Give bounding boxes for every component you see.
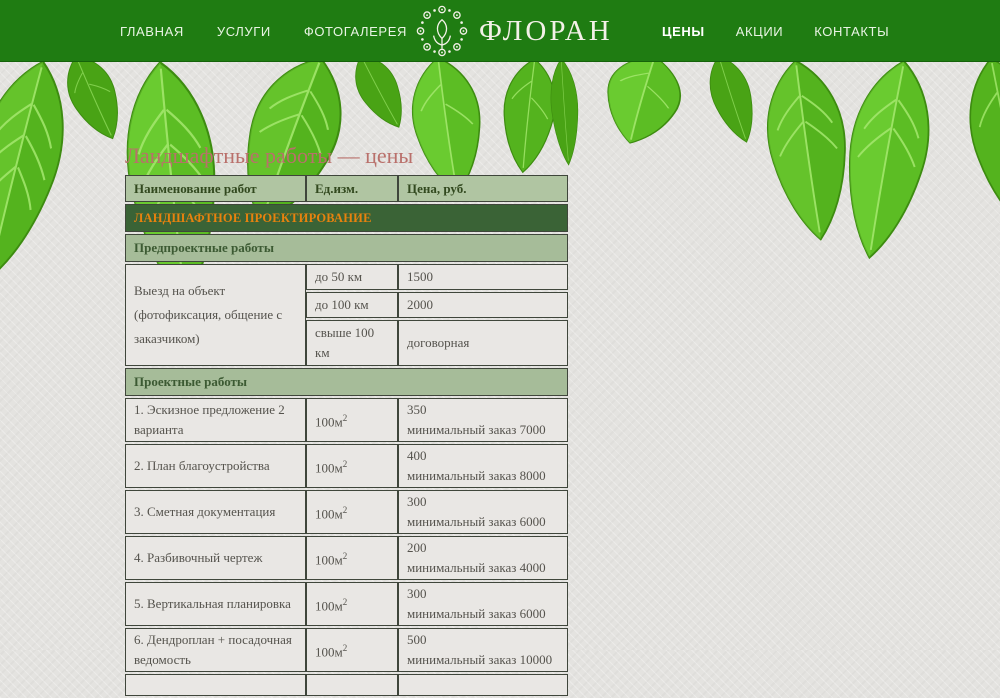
table-header-row: Наименование работ Ед.изм. Цена, руб. (125, 175, 568, 202)
nav-left-group: ГЛАВНАЯ УСЛУГИ ФОТОГАЛЕРЕЯ (120, 0, 407, 62)
leaf-icon (736, 48, 881, 253)
work-price: 2000 (398, 292, 568, 318)
work-unit: 100м2 (306, 490, 398, 534)
work-name: Выезд на объект (фотофиксация, общение с… (125, 264, 306, 366)
work-unit: 100м2 (306, 628, 398, 672)
nav-item-prices[interactable]: ЦЕНЫ (662, 24, 705, 39)
work-price (398, 674, 568, 696)
work-name: 5. Вертикальная планировка (125, 582, 306, 626)
leaf-icon (0, 41, 105, 299)
main-content: Ландшафтные работы — цены Наименование р… (125, 62, 585, 698)
table-row-partial (125, 674, 568, 696)
work-unit: 100м2 (306, 536, 398, 580)
top-nav: ГЛАВНАЯ УСЛУГИ ФОТОГАЛЕРЕЯ (0, 0, 1000, 62)
work-name: 1. Эскизное предложение 2 варианта (125, 398, 306, 442)
table-row: 6. Дендроплан + посадочная ведомость 100… (125, 628, 568, 672)
work-unit: 100м2 (306, 444, 398, 488)
work-price: 350минимальный заказ 7000 (398, 398, 568, 442)
work-name: 2. План благоустройства (125, 444, 306, 488)
floral-emblem-icon (414, 3, 470, 59)
work-range: до 50 км (306, 264, 398, 290)
table-row: 3. Сметная документация 100м2 300минимал… (125, 490, 568, 534)
work-name: 6. Дендроплан + посадочная ведомость (125, 628, 306, 672)
brand-logo[interactable]: ФЛОРАН (414, 3, 613, 59)
section-title: ЛАНДШАФТНОЕ ПРОЕКТИРОВАНИЕ (125, 204, 568, 232)
leaf-icon (809, 46, 964, 274)
table-row: 5. Вертикальная планировка 100м2 300мини… (125, 582, 568, 626)
subsection-title: Предпроектные работы (125, 234, 568, 262)
brand-name: ФЛОРАН (479, 15, 613, 48)
work-range: до 100 км (306, 292, 398, 318)
leaf-icon (936, 43, 1000, 247)
work-unit: 100м2 (306, 398, 398, 442)
table-row: 4. Разбивочный чертеж 100м2 200минимальн… (125, 536, 568, 580)
nav-right-group: ЦЕНЫ АКЦИИ КОНТАКТЫ (662, 0, 889, 62)
table-row: Выезд на объект (фотофиксация, общение с… (125, 264, 568, 290)
column-header-name: Наименование работ (125, 175, 306, 202)
work-price: 500минимальный заказ 10000 (398, 628, 568, 672)
section-header-row: ЛАНДШАФТНОЕ ПРОЕКТИРОВАНИЕ (125, 204, 568, 232)
nav-item-promotions[interactable]: АКЦИИ (736, 24, 784, 39)
work-name: 4. Разбивочный чертеж (125, 536, 306, 580)
subsection-row-preproject: Предпроектные работы (125, 234, 568, 262)
subsection-row-project: Проектные работы (125, 368, 568, 396)
column-header-price: Цена, руб. (398, 175, 568, 202)
subsection-title: Проектные работы (125, 368, 568, 396)
nav-item-gallery[interactable]: ФОТОГАЛЕРЕЯ (304, 24, 407, 39)
work-unit (306, 674, 398, 696)
page-title: Ландшафтные работы — цены (125, 143, 585, 169)
work-price: 400минимальный заказ 8000 (398, 444, 568, 488)
nav-item-contacts[interactable]: КОНТАКТЫ (814, 24, 889, 39)
column-header-unit: Ед.изм. (306, 175, 398, 202)
table-row: 1. Эскизное предложение 2 варианта 100м2… (125, 398, 568, 442)
work-price: 200минимальный заказ 4000 (398, 536, 568, 580)
work-price: 300минимальный заказ 6000 (398, 490, 568, 534)
nav-item-home[interactable]: ГЛАВНАЯ (120, 24, 184, 39)
work-name: 3. Сметная документация (125, 490, 306, 534)
table-row: 2. План благоустройства 100м2 400минимал… (125, 444, 568, 488)
price-table: Наименование работ Ед.изм. Цена, руб. ЛА… (125, 173, 568, 698)
work-unit: 100м2 (306, 582, 398, 626)
work-name (125, 674, 306, 696)
nav-item-services[interactable]: УСЛУГИ (217, 24, 271, 39)
work-price: договорная (398, 320, 568, 366)
work-range: свыше 100 км (306, 320, 398, 366)
work-price: 1500 (398, 264, 568, 290)
work-price: 300минимальный заказ 6000 (398, 582, 568, 626)
